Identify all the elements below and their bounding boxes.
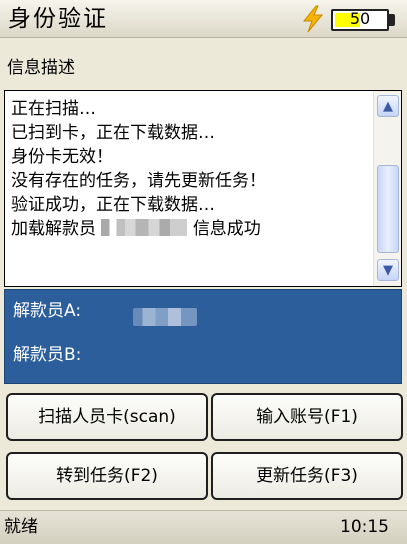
enter-account-button[interactable]: 输入账号(F1) — [211, 393, 403, 441]
cashier-a-label: 解款员A: — [13, 301, 82, 321]
log-lines: 正在扫描… 已扫到卡，正在下载数据… 身份卡无效！ 没有存在的任务，请先更新任务… — [11, 97, 371, 241]
info-log-box[interactable]: 正在扫描… 已扫到卡，正在下载数据… 身份卡无效！ 没有存在的任务，请先更新任务… — [4, 90, 402, 287]
redacted-cashier-a — [133, 308, 197, 326]
scroll-down-button[interactable]: ▼ — [377, 259, 399, 281]
battery-indicator: 50 — [331, 9, 397, 31]
log-line-last: 加载解款员 信息成功 — [11, 217, 371, 241]
scan-card-button[interactable]: 扫描人员卡(scan) — [6, 393, 208, 441]
lightning-bolt-icon — [302, 5, 324, 33]
log-scrollbar[interactable]: ▲ ▼ — [373, 91, 401, 286]
log-line: 没有存在的任务，请先更新任务！ — [11, 171, 266, 191]
window-title: 身份验证 — [8, 6, 108, 32]
log-line-prefix: 加载解款员 — [11, 219, 96, 239]
log-line: 正在扫描… — [11, 99, 96, 119]
clock: 10:15 — [340, 517, 389, 537]
log-line-suffix: 信息成功 — [192, 219, 261, 239]
log-line: 身份卡无效！ — [11, 147, 113, 167]
go-to-tasks-button[interactable]: 转到任务(F2) — [6, 452, 208, 500]
log-line: 已扫到卡，正在下载数据… — [11, 123, 215, 143]
status-bar: 就绪 10:15 — [0, 510, 407, 544]
redacted-name — [101, 219, 188, 236]
cashier-panel: 解款员A: 解款员B: — [4, 289, 402, 384]
chevron-up-icon: ▲ — [383, 98, 393, 114]
cashier-b-label: 解款员B: — [13, 345, 82, 365]
update-tasks-button[interactable]: 更新任务(F3) — [211, 452, 403, 500]
battery-tip — [389, 14, 395, 26]
title-bar: 身份验证 50 — [0, 0, 407, 38]
status-text: 就绪 — [4, 517, 38, 537]
scroll-up-button[interactable]: ▲ — [377, 95, 399, 117]
info-description-label: 信息描述 — [7, 58, 75, 78]
log-line: 验证成功，正在下载数据… — [11, 195, 215, 215]
chevron-down-icon: ▼ — [383, 262, 393, 278]
battery-level: 50 — [349, 9, 371, 28]
scroll-thumb[interactable] — [377, 165, 399, 253]
